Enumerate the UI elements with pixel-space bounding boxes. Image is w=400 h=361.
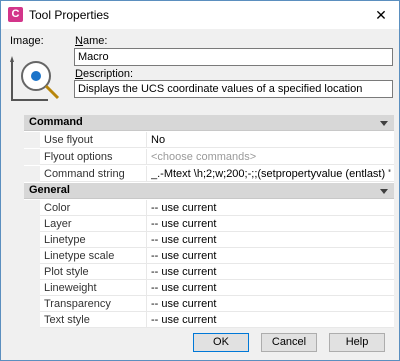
property-row-linetype[interactable]: Linetype -- use current <box>24 232 394 248</box>
property-value[interactable]: -- use current <box>151 314 391 326</box>
property-name: Lineweight <box>44 282 97 294</box>
title-bar[interactable]: C Tool Properties ✕ <box>1 1 399 29</box>
property-name: Use flyout <box>44 134 93 146</box>
property-grid: Command Use flyout No Flyout options <ch… <box>24 115 394 328</box>
property-value[interactable]: -- use current <box>151 218 391 230</box>
property-value[interactable]: <choose commands> <box>151 151 391 163</box>
close-button[interactable]: ✕ <box>363 1 399 29</box>
name-input[interactable]: Macro <box>74 48 393 66</box>
property-row-color[interactable]: Color -- use current <box>24 200 394 216</box>
property-name: Color <box>44 202 71 214</box>
collapse-arrow-icon[interactable] <box>380 189 388 194</box>
property-row-lineweight[interactable]: Lineweight -- use current <box>24 280 394 296</box>
property-name: Layer <box>44 218 72 230</box>
property-row-text-style[interactable]: Text style -- use current <box>24 312 394 328</box>
window-title: Tool Properties <box>29 8 110 22</box>
property-row-linetype-scale[interactable]: Linetype scale -- use current <box>24 248 394 264</box>
section-header-general[interactable]: General <box>24 183 394 199</box>
tool-properties-dialog: C Tool Properties ✕ Image: Name: Macro D… <box>0 0 400 361</box>
property-row-layer[interactable]: Layer -- use current <box>24 216 394 232</box>
property-value[interactable]: No <box>151 134 391 146</box>
close-icon: ✕ <box>375 7 387 23</box>
property-row-plot-style[interactable]: Plot style -- use current <box>24 264 394 280</box>
ucs-coordinate-icon[interactable] <box>8 48 66 108</box>
property-row-flyout-options[interactable]: Flyout options <choose commands> <box>24 149 394 165</box>
property-name: Transparency <box>44 298 111 310</box>
ok-button[interactable]: OK <box>193 333 249 352</box>
property-value[interactable]: _.-Mtext \h;2;w;200;-;;(setpropertyvalue… <box>151 168 391 180</box>
property-name: Flyout options <box>44 151 113 163</box>
property-row-command-string[interactable]: Command string _.-Mtext \h;2;w;200;-;;(s… <box>24 166 394 182</box>
app-icon: C <box>8 7 23 22</box>
collapse-arrow-icon[interactable] <box>380 121 388 126</box>
section-title-command: Command <box>29 116 83 128</box>
cancel-button[interactable]: Cancel <box>261 333 317 352</box>
property-value[interactable]: -- use current <box>151 298 391 310</box>
property-value[interactable]: -- use current <box>151 250 391 262</box>
property-value[interactable]: -- use current <box>151 234 391 246</box>
property-name: Text style <box>44 314 90 326</box>
property-value[interactable]: -- use current <box>151 282 391 294</box>
name-label: Name: <box>75 35 108 47</box>
description-input[interactable]: Displays the UCS coordinate values of a … <box>74 80 393 98</box>
property-value[interactable]: -- use current <box>151 266 391 278</box>
image-label: Image: <box>10 35 44 47</box>
property-row-use-flyout[interactable]: Use flyout No <box>24 132 394 148</box>
property-name: Plot style <box>44 266 89 278</box>
section-title-general: General <box>29 184 70 196</box>
property-name: Command string <box>44 168 125 180</box>
help-button[interactable]: Help <box>329 333 385 352</box>
property-row-transparency[interactable]: Transparency -- use current <box>24 296 394 312</box>
section-header-command[interactable]: Command <box>24 115 394 131</box>
property-value[interactable]: -- use current <box>151 202 391 214</box>
description-label: Description: <box>75 68 134 80</box>
property-name: Linetype <box>44 234 86 246</box>
property-name: Linetype scale <box>44 250 115 262</box>
